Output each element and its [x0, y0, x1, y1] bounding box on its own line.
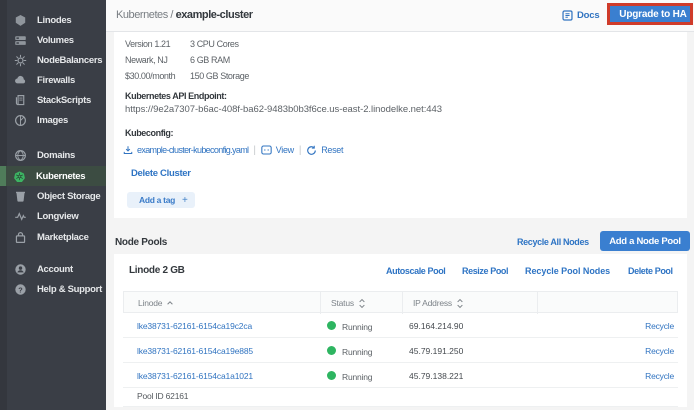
svg-text:?: ? [18, 285, 23, 294]
